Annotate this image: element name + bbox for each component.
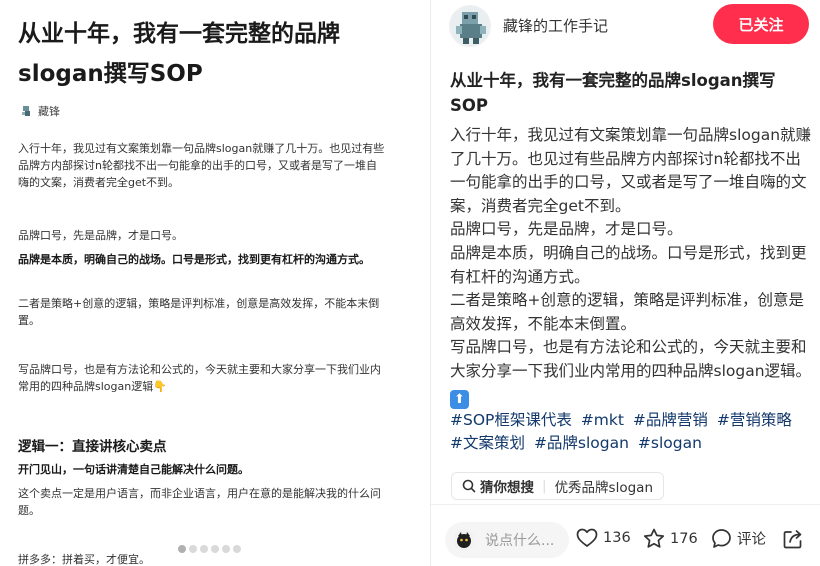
image-paragraph: 品牌口号，先是品牌，才是口号。 [18,229,183,242]
content-text: 写品牌口号，也是有方法论和公式的，今天就主要和大家分享一下我们业内常用的四种品牌… [450,338,812,380]
hashtag-link[interactable]: #slogan [638,434,702,452]
image-paragraph: 开门见山，一句话讲清楚自己能解决什么问题。 [18,463,249,476]
search-icon [462,479,476,493]
collect-button[interactable]: 176 [643,528,698,549]
content-paragraph: 品牌是本质，明确自己的战场。口号是形式，找到更有杠杆的沟通方式。 [450,243,807,286]
author-name[interactable]: 藏锋的工作手记 [503,15,608,36]
hashtag-list: #SOP框架课代表 #mkt #品牌营销 #营销策略 #文案策划 #品牌slog… [450,409,812,456]
image-author: 藏锋 [20,103,60,119]
related-search-query: 优秀品牌slogan [554,480,654,496]
content-paragraph: 二者是策略+创意的逻辑，策略是评判标准，创意是高效发挥，不能本末倒置。 [450,291,804,333]
content-paragraph: 品牌口号，先是品牌，才是口号。 [450,220,683,239]
author-header: 藏锋的工作手记 已关注 [431,0,820,56]
comment-icon [712,529,731,548]
image-paragraph: 品牌是本质，明确自己的战场。口号是形式，找到更有杠杆的沟通方式。 [18,253,370,266]
separator: | [542,478,547,494]
image-paragraph: 入行十年，我见过有文案策划靠一句品牌slogan就赚了几十万。也见过有些品牌方内… [18,142,385,189]
avatar-pixel-icon [450,6,490,46]
share-icon [783,530,802,549]
heart-icon [576,528,598,547]
note-image-card[interactable]: 从业十年，我有一套完整的品牌slogan撰写SOP 藏锋 入行十年，我见过有文案… [0,0,430,566]
author-mini-avatar-icon [22,106,30,116]
related-search-chip[interactable]: 猜你想搜 | 优秀品牌slogan [451,472,665,500]
hashtag-link[interactable]: #文案策划 [450,434,525,452]
comment-button[interactable]: 评论 [711,528,766,549]
hashtag-link[interactable]: #品牌营销 [633,411,708,429]
author-avatar[interactable] [449,5,491,47]
note-detail-pane: 藏锋的工作手记 已关注 从业十年，我有一套完整的品牌slogan撰写SOP 入行… [431,0,820,566]
carousel-dot[interactable] [233,545,241,553]
engagement-bar: 说点什么... 136 176 评论 [431,518,820,562]
divider [431,504,820,505]
image-paragraph: 写品牌口号，也是有方法论和公式的，今天就主要和大家分享一下我们业内常用的四种品牌… [18,363,381,393]
carousel-dot[interactable] [200,545,208,553]
hashtag-link[interactable]: #mkt [581,411,624,429]
content-paragraph: 写品牌口号，也是有方法论和公式的，今天就主要和大家分享一下我们业内常用的四种品牌… [450,336,812,409]
like-button[interactable]: 136 [576,528,631,548]
share-button[interactable] [782,528,809,550]
comment-placeholder: 说点什么... [485,533,555,549]
image-author-name: 藏锋 [38,105,60,118]
user-avatar-icon [453,529,475,551]
collect-count: 176 [670,530,698,547]
comment-label: 评论 [737,532,766,548]
image-paragraph: 拼多多：拼着买，才便宜。 [18,553,150,566]
image-heading: 逻辑一：直接讲核心卖点 [18,439,167,455]
note-content: 入行十年，我见过有文案策划靠一句品牌slogan就赚了几十万。也见过有些品牌方内… [450,124,812,456]
carousel-dot[interactable] [211,545,219,553]
like-count: 136 [603,530,631,546]
carousel-dot[interactable] [222,545,230,553]
hashtag-link[interactable]: #品牌slogan [534,434,629,452]
image-paragraph: 这个卖点一定是用户语言，而非企业语言，用户在意的是能解决我的什么问题。 [18,487,381,517]
content-paragraph: 入行十年，我见过有文案策划靠一句品牌slogan就赚了几十万。也见过有些品牌方内… [450,126,812,215]
star-icon [643,528,665,548]
carousel-indicator[interactable] [178,545,241,553]
hashtag-link[interactable]: #SOP框架课代表 [450,411,572,429]
image-title: 从业十年，我有一套完整的品牌slogan撰写SOP [18,21,340,87]
hashtag-link[interactable]: #营销策略 [717,411,792,429]
carousel-dot[interactable] [189,545,197,553]
comment-input[interactable]: 说点什么... [445,522,569,558]
note-title: 从业十年，我有一套完整的品牌slogan撰写SOP [450,71,776,115]
related-search-label: 猜你想搜 [480,480,534,496]
carousel-dot[interactable] [178,545,186,553]
arrow-up-emoji-icon: ⬆ [450,389,469,409]
follow-button[interactable]: 已关注 [713,4,809,44]
image-paragraph: 二者是策略+创意的逻辑，策略是评判标准，创意是高效发挥，不能本末倒置。 [18,297,380,327]
user-avatar [453,529,475,551]
